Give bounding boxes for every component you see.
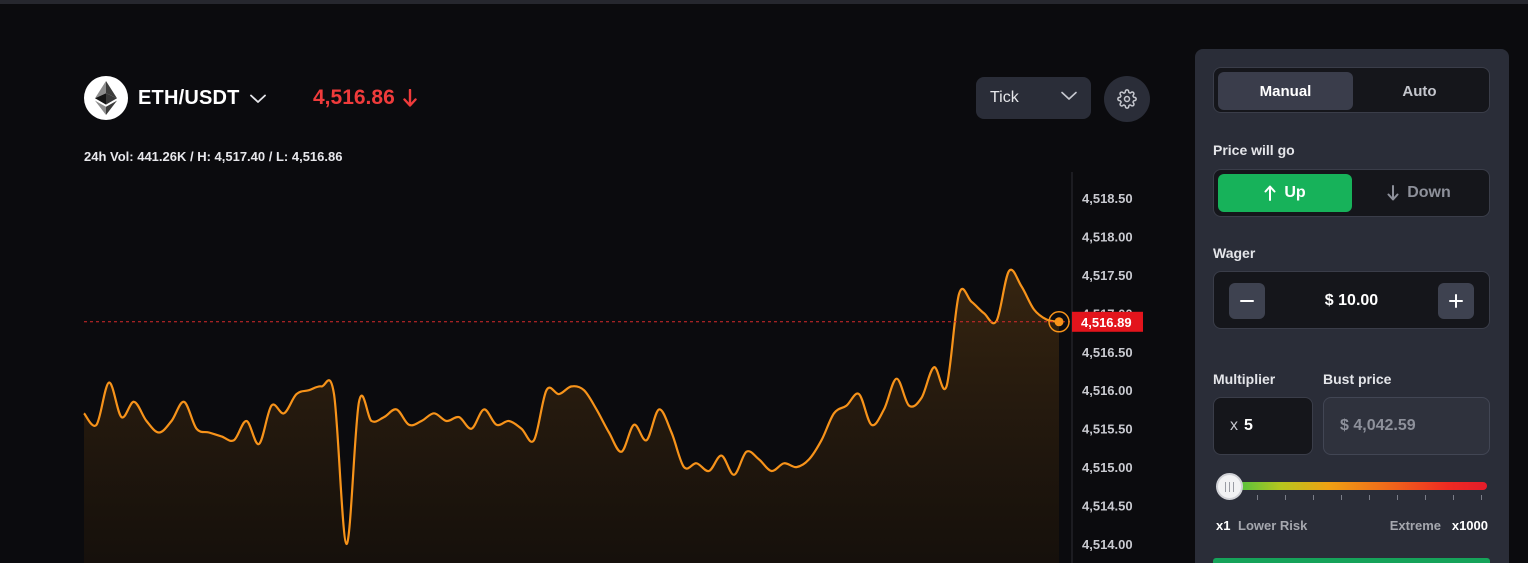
y-axis-tick-label: 4,518.50 [1082,191,1133,206]
risk-slider-tick [1481,495,1482,500]
risk-slider-tick [1313,495,1314,500]
pair-label: ETH/USDT [138,86,240,109]
wager-label: Wager [1213,245,1256,261]
risk-min-label: Lower Risk [1238,518,1308,533]
risk-slider-tick [1453,495,1454,500]
risk-slider-tick [1369,495,1370,500]
y-axis-tick-label: 4,518.00 [1082,229,1133,244]
decrease-wager-button[interactable] [1229,283,1265,319]
chevron-down-icon [1061,91,1077,100]
market-stats: 24h Vol: 441.26K / H: 4,517.40 / L: 4,51… [84,149,343,164]
arrow-up-icon [1264,185,1276,201]
arrow-down-icon [403,89,417,107]
up-button-label: Up [1284,184,1306,201]
tab-manual[interactable]: Manual [1218,72,1353,110]
wager-stepper: $ 10.00 [1213,271,1490,329]
y-axis-tick-label: 4,514.50 [1082,499,1133,514]
current-price-marker [1054,317,1064,327]
risk-slider[interactable] [1215,473,1487,513]
risk-min-value: x1 [1216,518,1231,533]
y-axis-tick-label: 4,516.00 [1082,383,1133,398]
risk-slider-tick [1285,495,1286,500]
chevron-down-icon [249,94,266,103]
plus-icon [1449,294,1463,308]
tab-auto[interactable]: Auto [1352,72,1487,110]
pair-selector[interactable]: ETH/USDT [84,76,266,120]
down-button-label: Down [1407,184,1451,201]
y-axis-tick-label: 4,515.50 [1082,422,1133,437]
y-axis-tick-label: 4,514.00 [1082,537,1133,552]
down-button[interactable]: Down [1352,174,1486,212]
ethereum-logo-icon [84,76,128,120]
risk-slider-handle[interactable] [1216,473,1243,500]
risk-slider-tick [1425,495,1426,500]
bust-price-field: $ 4,042.59 [1323,397,1490,455]
current-price-tag-label: 4,516.89 [1081,315,1132,330]
direction-label: Price will go [1213,142,1295,158]
y-axis-tick-label: 4,516.50 [1082,345,1133,360]
multiplier-prefix: x [1230,417,1238,434]
up-button[interactable]: Up [1218,174,1352,212]
direction-toggle: Up Down [1213,169,1490,217]
multiplier-input[interactable]: x 5 [1213,397,1313,455]
bust-price-label: Bust price [1323,371,1392,387]
risk-slider-tick [1257,495,1258,500]
minus-icon [1240,300,1254,302]
risk-slider-track[interactable] [1223,482,1487,490]
risk-max-value: x1000 [1451,518,1488,533]
risk-max-label: Extreme [1389,518,1441,533]
y-axis-tick-label: 4,517.50 [1082,268,1133,283]
multiplier-value: 5 [1244,417,1253,434]
interval-select-value: Tick [990,89,1019,106]
risk-slider-tick [1341,495,1342,500]
y-axis-tick-label: 4,515.00 [1082,460,1133,475]
current-price: 4,516.86 [313,86,417,110]
multiplier-label: Multiplier [1213,371,1276,387]
grip-icon [1225,481,1234,492]
price-value: 4,516.86 [313,86,395,109]
bet-panel: Manual Auto Price will go Up Down Wager … [1195,49,1509,563]
interval-select[interactable]: Tick [976,77,1091,119]
place-bet-button[interactable] [1213,558,1490,563]
risk-slider-ticks [1229,495,1482,500]
wager-input[interactable]: $ 10.00 [1274,272,1429,330]
risk-slider-tick [1397,495,1398,500]
mode-tabs: Manual Auto [1213,67,1490,113]
increase-wager-button[interactable] [1438,283,1474,319]
arrow-down-icon [1387,185,1399,201]
gear-icon [1117,89,1137,109]
chart-settings-button[interactable] [1104,76,1150,122]
price-area-fill [84,269,1059,563]
